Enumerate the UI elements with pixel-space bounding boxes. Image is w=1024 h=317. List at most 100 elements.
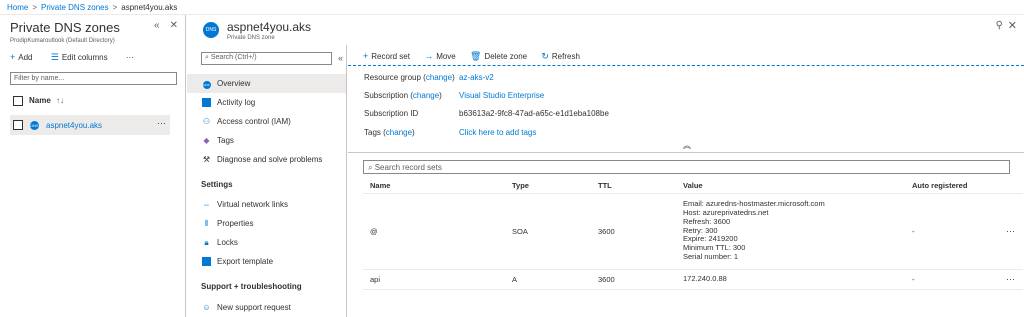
breadcrumb-home-link[interactable]: Home (7, 3, 28, 12)
refresh-button[interactable]: ↻ Refresh (541, 51, 580, 61)
row-more-button[interactable]: ··· (990, 269, 1023, 290)
pane-controls: «✕ (144, 20, 178, 31)
subscription-label: Subscription (change) (364, 91, 442, 100)
edit-columns-button[interactable]: ☰ Edit columns (50, 52, 116, 62)
menu-item-label: Access control (IAM) (217, 117, 291, 126)
breadcrumb-current: aspnet4you.aks (121, 3, 178, 12)
menu-item-label: Diagnose and solve problems (217, 155, 323, 164)
add-label: Add (18, 53, 33, 62)
column-header-auto-registered: Auto registered (905, 179, 990, 194)
pane-subtitle: ProdipKumaroutlook (Default Directory) (10, 38, 115, 44)
settings-section-header: Settings (201, 180, 233, 189)
resource-group-link[interactable]: az-aks-v2 (459, 73, 494, 82)
menu-item-label: Virtual network links (217, 200, 288, 209)
subscription-change-link[interactable]: change (413, 91, 439, 100)
menu-search-placeholder: Search (Ctrl+/) (210, 54, 257, 61)
row-checkbox[interactable] (13, 120, 23, 130)
close-icon[interactable]: ✕ (170, 20, 178, 31)
lock-icon: 🔒︎ (204, 238, 209, 247)
column-header-actions (990, 179, 1023, 194)
column-header-value: Value (676, 179, 905, 194)
pane-title: Private DNS zones (10, 20, 120, 35)
wrench-icon: ⚒ (202, 155, 211, 164)
collapse-essentials-icon[interactable]: ︽ (683, 140, 691, 151)
dns-zone-icon: DNS (30, 121, 39, 130)
menu-item-label: Tags (217, 136, 234, 145)
menu-item-virtual-network-links[interactable]: ⇔ Virtual network links (187, 195, 346, 214)
menu-item-export-template[interactable]: Export template (187, 252, 346, 271)
support-icon: ☺ (202, 303, 211, 312)
top-bar: Home > Private DNS zones > aspnet4you.aks (0, 0, 1024, 15)
command-bar-divider (348, 65, 1024, 66)
record-search-placeholder: Search record sets (374, 163, 442, 172)
record-ttl: 3600 (591, 269, 676, 290)
plus-icon: + (363, 51, 369, 61)
menu-item-access-control[interactable]: ⚇ Access control (IAM) (187, 112, 346, 131)
list-item[interactable]: DNS aspnet4you.aks ··· (10, 115, 170, 135)
chevron-right-icon: > (32, 3, 38, 12)
collapse-menu-icon[interactable]: « (338, 53, 343, 63)
select-all-checkbox[interactable] (13, 96, 23, 106)
delete-zone-label: Delete zone (484, 52, 528, 61)
chevron-right-icon: > (112, 3, 118, 12)
record-set-label: Record set (371, 52, 410, 61)
record-sets-table: Name Type TTL Value Auto registered @ SO… (363, 179, 1023, 290)
menu-item-activity-log[interactable]: Activity log (187, 93, 346, 112)
menu-item-diagnose[interactable]: ⚒ Diagnose and solve problems (187, 150, 346, 169)
more-button[interactable]: ··· (126, 53, 134, 62)
breadcrumb: Home > Private DNS zones > aspnet4you.aks (7, 3, 177, 12)
row-more-button[interactable]: ··· (157, 118, 166, 128)
menu-item-label: Activity log (217, 98, 256, 107)
collapse-icon[interactable]: « (154, 20, 160, 31)
plus-icon: + (10, 52, 16, 62)
arrow-right-icon: → (424, 51, 434, 61)
link-icon: ⇔ (202, 200, 211, 209)
tags-change-link[interactable]: change (386, 128, 412, 137)
refresh-icon: ↻ (541, 51, 549, 61)
add-record-set-button[interactable]: + Record set (363, 51, 410, 61)
move-button[interactable]: → Move (424, 51, 456, 61)
delete-zone-button[interactable]: 🗑︎ Delete zone (469, 51, 528, 61)
filter-input[interactable]: Filter by name... (10, 72, 177, 85)
menu-search-input[interactable]: ⌕ Search (Ctrl+/) (201, 52, 332, 65)
table-row[interactable]: @ SOA 3600 Email: azuredns-hostmaster.mi… (363, 193, 1023, 270)
trash-icon: 🗑︎ (469, 51, 482, 61)
tags-label: Tags (change) (364, 128, 415, 137)
table-header-row: Name Type TTL Value Auto registered (363, 179, 1023, 194)
refresh-label: Refresh (551, 52, 580, 61)
resource-group-change-link[interactable]: change (426, 73, 452, 82)
record-value: Email: azuredns-hostmaster.microsoft.com… (676, 193, 905, 270)
zone-link[interactable]: aspnet4you.aks (46, 121, 102, 130)
add-tags-link[interactable]: Click here to add tags (459, 128, 536, 137)
dns-zone-icon: DNS (203, 22, 219, 38)
properties-icon: ⦀ (204, 219, 209, 228)
subscription-label-text: Subscription (364, 91, 409, 100)
menu-item-properties[interactable]: ⦀ Properties (187, 214, 346, 233)
menu-item-locks[interactable]: 🔒︎ Locks (187, 233, 346, 252)
add-button[interactable]: + Add (10, 52, 41, 62)
table-row[interactable]: api A 3600 172.240.0.88 - ··· (363, 269, 1023, 290)
name-column-header[interactable]: Name ↑↓ (13, 96, 64, 106)
support-section-header: Support + troubleshooting (201, 282, 302, 291)
people-icon: ⚇ (202, 117, 211, 126)
subscription-link[interactable]: Visual Studio Enterprise (459, 91, 544, 100)
tag-icon: ◆ (203, 136, 210, 145)
close-icon[interactable]: ✕ (1008, 19, 1017, 32)
record-name: @ (363, 193, 505, 270)
sort-icon[interactable]: ↑↓ (56, 96, 64, 105)
columns-icon: ☰ (50, 52, 59, 62)
column-header-type: Type (505, 179, 591, 194)
pin-icon[interactable]: ⚲ (996, 20, 1003, 31)
resource-subtitle: Private DNS zone (227, 35, 275, 41)
menu-item-new-support-request[interactable]: ☺ New support request (187, 298, 346, 317)
row-more-button[interactable]: ··· (990, 193, 1023, 270)
record-type: SOA (505, 193, 591, 270)
record-name: api (363, 269, 505, 290)
breadcrumb-zones-link[interactable]: Private DNS zones (41, 3, 109, 12)
menu-item-overview[interactable]: DNS Overview (187, 74, 346, 93)
zones-list-pane: Private DNS zones ProdipKumaroutlook (De… (0, 15, 186, 317)
record-search-input[interactable]: ⌕ Search record sets (363, 160, 1010, 174)
overview-content: + Record set → Move 🗑︎ Delete zone ↻ Refresh… (348, 45, 1024, 317)
menu-item-tags[interactable]: ◆ Tags (187, 131, 346, 150)
menu-item-label: Overview (217, 79, 251, 88)
